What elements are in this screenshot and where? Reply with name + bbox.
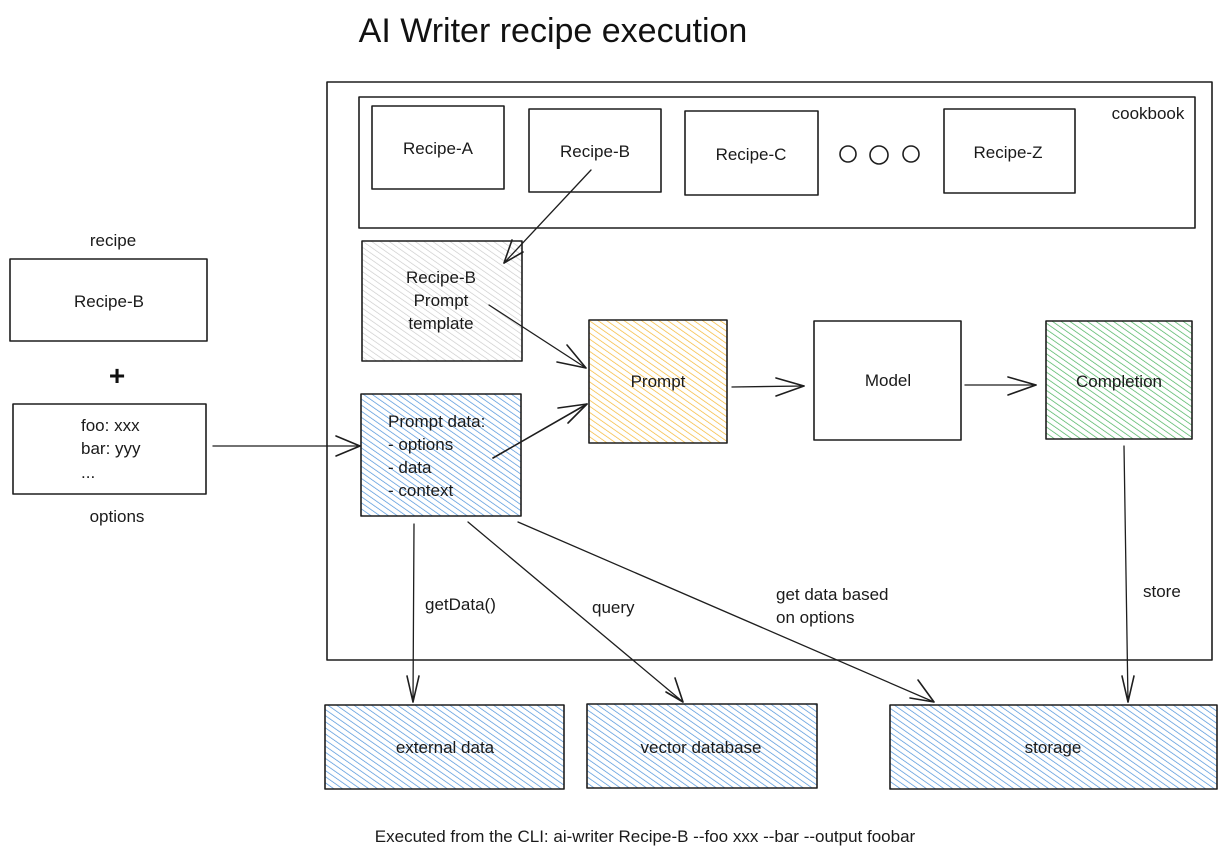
ellipsis-dot-icon bbox=[839, 145, 857, 163]
ellipsis-dot-icon bbox=[902, 145, 920, 163]
options-line: ... bbox=[81, 463, 95, 482]
recipe-input-value: Recipe-B bbox=[74, 292, 144, 311]
storage-label: storage bbox=[1025, 738, 1082, 757]
recipe-card-a-label: Recipe-A bbox=[403, 139, 474, 158]
prompt-data-line: Prompt data: bbox=[388, 412, 485, 431]
prompt-node[interactable]: Prompt bbox=[588, 319, 728, 444]
vector-database-label: vector database bbox=[641, 738, 762, 757]
model-node[interactable]: Model bbox=[813, 320, 962, 441]
prompt-data-line: - data bbox=[388, 458, 432, 477]
recipe-input-label: recipe bbox=[90, 231, 136, 250]
storage-store[interactable]: storage bbox=[889, 704, 1218, 790]
arrow-get-data-based bbox=[517, 521, 935, 703]
arrow-store bbox=[1121, 445, 1135, 703]
recipe-input[interactable]: Recipe-B bbox=[9, 258, 208, 342]
arrow-query bbox=[467, 521, 684, 703]
prompt-template-line: template bbox=[408, 314, 473, 333]
edge-label-get-data-based: get data based bbox=[776, 585, 888, 604]
prompt-data-line: - options bbox=[388, 435, 453, 454]
external-data-store[interactable]: external data bbox=[324, 704, 565, 790]
edge-label-store: store bbox=[1143, 582, 1181, 601]
completion-label: Completion bbox=[1076, 372, 1162, 391]
options-line: bar: yyy bbox=[81, 439, 141, 458]
completion-node[interactable]: Completion bbox=[1045, 320, 1193, 440]
footer-cli-note: Executed from the CLI: ai-writer Recipe-… bbox=[375, 827, 916, 846]
options-input-label: options bbox=[90, 507, 145, 526]
arrow-cookbook-to-template bbox=[503, 169, 592, 264]
prompt-template-line: Prompt bbox=[414, 291, 469, 310]
cookbook-label: cookbook bbox=[1112, 104, 1185, 123]
ellipsis-dots bbox=[839, 145, 920, 165]
edge-label-getdata: getData() bbox=[425, 595, 496, 614]
arrow-getdata bbox=[406, 523, 420, 703]
prompt-template-node[interactable]: Recipe-B Prompt template bbox=[361, 240, 523, 362]
plus-icon: + bbox=[109, 360, 125, 391]
diagram-title: AI Writer recipe execution bbox=[359, 12, 748, 50]
recipe-card-z-label: Recipe-Z bbox=[974, 143, 1043, 162]
prompt-data-line: - context bbox=[388, 481, 453, 500]
arrow-options-to-promptdata bbox=[212, 435, 361, 457]
recipe-card-c-label: Recipe-C bbox=[716, 145, 787, 164]
edge-label-get-data-based: on options bbox=[776, 608, 854, 627]
vector-database-store[interactable]: vector database bbox=[586, 703, 818, 789]
options-input[interactable]: foo: xxx bar: yyy ... bbox=[12, 403, 207, 495]
recipe-card-a[interactable]: Recipe-A bbox=[371, 105, 505, 190]
recipe-card-z[interactable]: Recipe-Z bbox=[943, 108, 1076, 194]
model-label: Model bbox=[865, 371, 911, 390]
edge-label-query: query bbox=[592, 598, 635, 617]
recipe-card-c[interactable]: Recipe-C bbox=[684, 110, 819, 196]
prompt-template-line: Recipe-B bbox=[406, 268, 476, 287]
arrow-prompt-to-model bbox=[731, 377, 805, 397]
options-line: foo: xxx bbox=[81, 416, 140, 435]
prompt-label: Prompt bbox=[631, 372, 686, 391]
ellipsis-dot-icon bbox=[869, 145, 889, 165]
external-data-label: external data bbox=[396, 738, 495, 757]
recipe-card-b-label: Recipe-B bbox=[560, 142, 630, 161]
recipe-card-b[interactable]: Recipe-B bbox=[528, 108, 662, 193]
diagram-canvas: AI Writer recipe execution cookbook Reci… bbox=[9, 12, 1218, 846]
arrow-model-to-completion bbox=[964, 376, 1037, 396]
